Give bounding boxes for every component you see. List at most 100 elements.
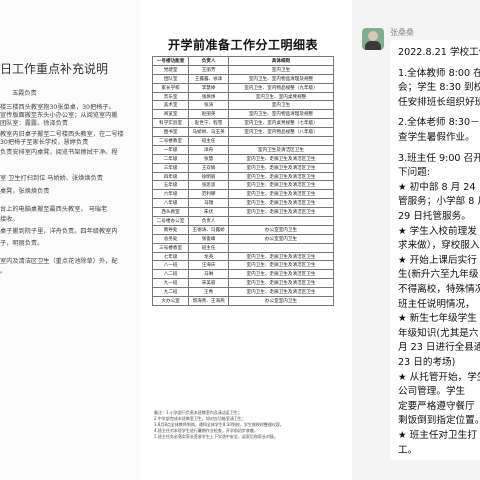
message-line: 公司管理。学生: [398, 386, 466, 398]
header-person: 负责人: [188, 56, 229, 66]
person-cell: 王双娟: [188, 162, 229, 173]
room-cell: 三号楼教室: [151, 242, 190, 253]
table-row: 大办公室 郭海青、王海燕 办公室室内卫生: [151, 296, 334, 306]
details-cell: 室内卫生及清洁区卫生: [228, 144, 334, 155]
details-cell: 室内卫生、走廊卫生及清洁区卫生: [228, 198, 334, 209]
room-cell: 家长学校: [151, 82, 190, 93]
details-cell: [228, 242, 334, 253]
details-cell: 办公室室内卫生: [228, 233, 334, 244]
person-cell: 张俊峰: [188, 233, 229, 244]
person-cell: 王露露、徐泽: [188, 73, 229, 84]
room-cell: 西头教室: [151, 207, 190, 218]
room-cell: 四年级: [151, 171, 190, 182]
table-row: 三年级 王双娟 室内卫生、走廊卫生及清洁区卫生: [151, 162, 334, 173]
note-line: 5.班主任务必落实家长签收学生上下学途中安全，返家后和家长对接。: [154, 434, 278, 439]
room-cell: 九二班: [151, 287, 190, 298]
person-cell: 王德涛、冯露娇: [188, 224, 229, 235]
room-cell: 九一班: [151, 278, 190, 289]
room-cell: 八年级: [151, 198, 190, 209]
person-cell: 马娇娇、马玉英: [188, 127, 229, 138]
message-line: 23 日的考场): [398, 357, 456, 368]
details-cell: [228, 136, 334, 146]
left-doc-line: 室 卫生打扫到位 马娇娇、张焕焕负责: [0, 175, 103, 182]
person-cell: 郭海青、王海燕: [188, 296, 229, 306]
details-cell: 室内卫生、室内物品清理及规整: [228, 109, 334, 120]
message-line: ★ 新生七年级学生: [398, 313, 477, 325]
message-line: ★ 从托管开始，学生: [398, 371, 480, 383]
room-cell: 团队室: [151, 73, 190, 84]
person-cell: 班主任: [188, 242, 229, 253]
table-row: 八二班 马琳 室内卫生、走廊卫生及清洁区卫生: [151, 269, 334, 280]
person-cell: 范利攀: [188, 189, 229, 200]
left-document-panel: 日工作重点补充说明 玉霞负责 楼三楼西头教室抱30张单桌，30把椅子。 宣传版面搬至…: [0, 0, 140, 480]
left-doc-line: 负责安排室内桌凳，阅览书架擦拭干净。程: [0, 149, 118, 156]
sender-name: 张桑桑: [390, 28, 414, 37]
details-cell: 室内卫生: [228, 100, 334, 111]
left-doc-title: 日工作重点补充说明: [0, 62, 109, 76]
left-doc-line: 玉霞负责: [12, 90, 37, 97]
details-cell: 室内卫生、室内物品规整（九年级）: [228, 82, 334, 93]
message-line: 2.全体老师 8:30－: [398, 117, 480, 129]
message-line: 求来做），穿校服入: [398, 240, 480, 252]
details-cell: 室内卫生、走廊卫生及清洁区卫生: [228, 287, 334, 298]
left-doc-line: 台上的电脑桌搬至最西头教室， 马瑞老: [0, 206, 108, 213]
left-doc-line: 桌子搬到院子里，洋舟负责。四年级教室内: [0, 228, 118, 235]
person-cell: 徐明丽: [188, 171, 229, 182]
table-row: 九一班 宋美丽 室内卫生、走廊卫生及清洁区卫生: [151, 278, 334, 289]
table-row: 西头教室 朱伏 室内卫生、走廊卫生及清洁区卫生: [151, 207, 334, 218]
message-line: 管服务；小学部 8 月: [398, 196, 480, 208]
details-cell: 室内卫生、走廊卫生及清洁区卫生: [228, 153, 334, 164]
schedule-title: 开学前准备工作分工明细表: [167, 38, 318, 52]
schedule-document: 开学前准备工作分工明细表 一号楼功能室 负责人 具体细则 党建室 王丽芳 室内卫生团…: [148, 30, 338, 460]
message-line: 定要严格遵守餐厅: [398, 400, 475, 412]
details-cell: 室内卫生、室内桌凳规整: [228, 91, 334, 102]
table-row: 图书室 马娇娇、马玉英 室内卫生、室内物品规整（八年级）: [151, 127, 334, 138]
person-cell: 汪海庆: [188, 260, 229, 271]
details-cell: 办公室室内卫生: [228, 296, 334, 306]
details-cell: 办公室室内卫生: [228, 224, 334, 235]
left-doc-line: 。: [0, 268, 7, 275]
message-line: 2022.8.21 学校工作: [398, 47, 480, 58]
room-cell: 一年级: [151, 144, 190, 155]
details-cell: 室内卫生、走廊卫生及清洁区卫生: [228, 278, 334, 289]
message-line: 月 23 日进行全县通: [398, 342, 480, 354]
room-cell: 党建室: [151, 64, 190, 75]
details-cell: 室内卫生、走廊卫生及清洁区卫生: [228, 171, 334, 182]
person-cell: 朱伏: [188, 207, 229, 218]
message-line: ★ 班主任对卫生打: [398, 430, 477, 441]
details-cell: 室内卫生、走廊卫生及清洁区卫生: [228, 189, 334, 200]
message-line: 1.全体教师 8:00 在: [398, 67, 480, 79]
person-cell: 班主任: [188, 136, 229, 146]
table-row: 八一班 汪海庆 室内卫生、走廊卫生及清洁区卫生: [151, 260, 334, 271]
details-cell: 室内卫生、室内物品清理及规整: [228, 73, 334, 84]
header-room: 一号楼功能室: [151, 56, 190, 66]
message-bubble[interactable]: 2022.8.21 学校工作 1.全体教师 8:00 在会；学生 8:30 到校任…: [390, 40, 480, 460]
details-cell: [228, 216, 334, 226]
message-line: ★ 学生入校前理发: [398, 225, 477, 237]
room-cell: 阅览室: [151, 109, 190, 120]
person-cell: 张涛: [188, 100, 229, 111]
table-header-row: 一号楼功能室 负责人 具体细则: [151, 56, 334, 66]
room-cell: 八一班: [151, 260, 190, 271]
message-line: 3.班主任 9:00 召开: [398, 152, 480, 164]
room-cell: 科学实验室: [151, 118, 190, 129]
person-cell: 宋美丽: [188, 278, 229, 289]
table-row: 音乐室 张焕焕 室内卫生、室内桌凳规整: [151, 91, 334, 102]
table-row: 一年级 洋舟 室内卫生及清洁区卫生: [151, 144, 334, 155]
sender-avatar[interactable]: [362, 28, 384, 50]
table-row: 阅览室 赵丽英 室内卫生、室内物品清理及规整: [151, 109, 334, 120]
left-doc-line: 桌凳，张焕焕负责: [0, 188, 50, 195]
person-cell: 赵世宁、程雪: [188, 118, 229, 129]
room-cell: 五年级: [151, 180, 190, 191]
message-line: 年级知识(尤其是六: [398, 327, 479, 339]
room-cell: 三年级: [151, 162, 190, 173]
person-cell: 马瑞: [188, 198, 229, 209]
message-line: 班主任说明情况，: [398, 298, 475, 310]
left-doc-line: 教室内旧桌子搬至二号楼西头教室，在二号楼: [0, 131, 124, 138]
details-cell: 室内卫生: [228, 64, 334, 75]
table-row: 三号楼教室 班主任: [151, 242, 334, 253]
table-row: 八年级 马瑞 室内卫生、走廊卫生及清洁区卫生: [151, 198, 334, 209]
left-doc-line: 团队室：露露、徐泽负责: [0, 120, 69, 127]
left-doc-line: 接收。: [0, 216, 19, 223]
table-row: 六年级 范利攀 室内卫生、走廊卫生及清洁区卫生: [151, 189, 334, 200]
